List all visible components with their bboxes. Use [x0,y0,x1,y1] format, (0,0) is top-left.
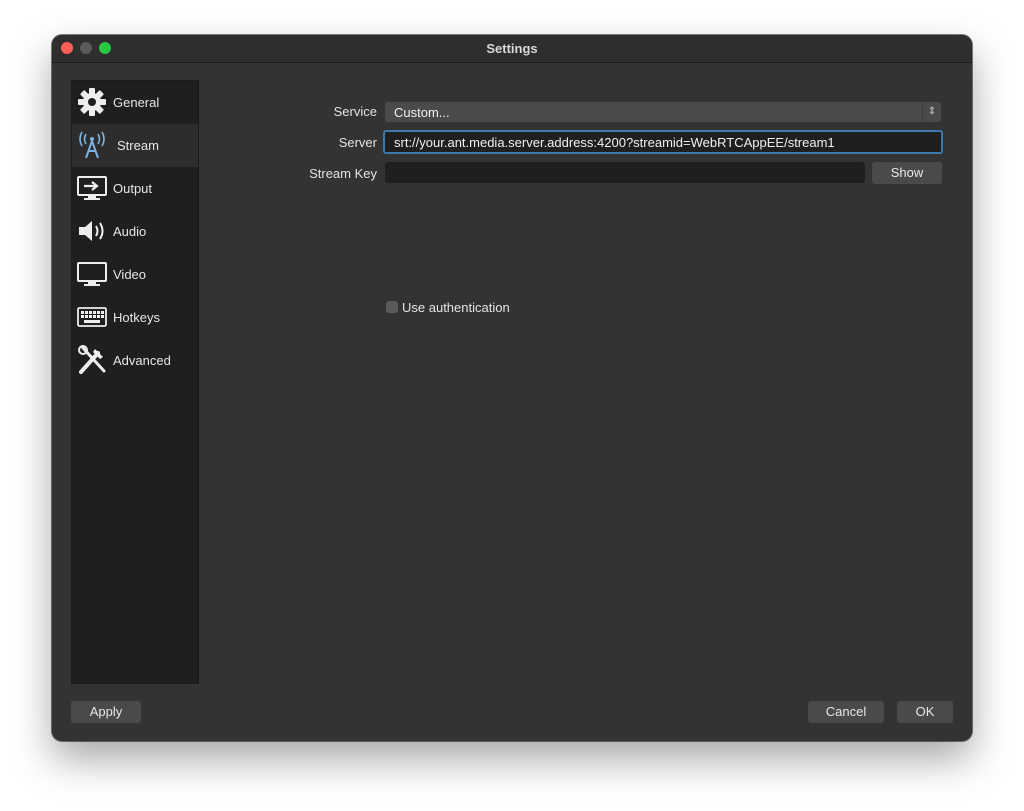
sidebar-item-general[interactable]: General [72,81,198,124]
sidebar-item-label: Audio [113,224,147,239]
sidebar-item-advanced[interactable]: Advanced [72,339,198,382]
monitor-icon [77,262,107,286]
server-label: Server [338,135,377,150]
sidebar-item-stream[interactable]: Stream [72,124,198,167]
service-label: Service [333,104,377,119]
service-selected-value: Custom... [394,105,450,120]
output-icon [77,176,107,200]
sidebar-item-label: Hotkeys [113,310,160,325]
server-input-value: srt://your.ant.media.server.address:4200… [394,135,835,150]
apply-button[interactable]: Apply [71,701,141,723]
title-bar: Settings [52,35,972,63]
antenna-icon [79,131,105,159]
cancel-button[interactable]: Cancel [808,701,884,723]
service-select[interactable]: Custom... ⇕ [385,102,941,122]
use-authentication-checkbox[interactable] [386,301,398,313]
sidebar-item-output[interactable]: Output [72,167,198,210]
gear-icon [78,88,106,116]
settings-sidebar: General Stream Output Audio Video Hotkey… [71,80,199,684]
sidebar-item-label: Video [113,267,147,282]
tools-icon [78,345,106,374]
server-input[interactable]: srt://your.ant.media.server.address:4200… [383,130,943,154]
stream-key-input[interactable] [385,162,865,183]
stream-key-label: Stream Key [309,166,377,181]
settings-window: Settings General Stream Output Audio Vid… [52,35,972,741]
show-key-button[interactable]: Show [872,162,942,184]
window-title: Settings [486,41,538,56]
sidebar-item-audio[interactable]: Audio [72,210,198,253]
use-authentication-label: Use authentication [402,300,510,315]
select-arrows-icon: ⇕ [922,102,941,122]
sidebar-item-label: Advanced [113,353,171,368]
speaker-icon [79,221,104,241]
keyboard-icon [77,307,107,327]
ok-button[interactable]: OK [897,701,953,723]
sidebar-item-label: General [113,95,160,110]
sidebar-item-label: Output [113,181,153,196]
sidebar-item-hotkeys[interactable]: Hotkeys [72,296,198,339]
sidebar-item-label: Stream [117,138,159,153]
sidebar-item-video[interactable]: Video [72,253,198,296]
